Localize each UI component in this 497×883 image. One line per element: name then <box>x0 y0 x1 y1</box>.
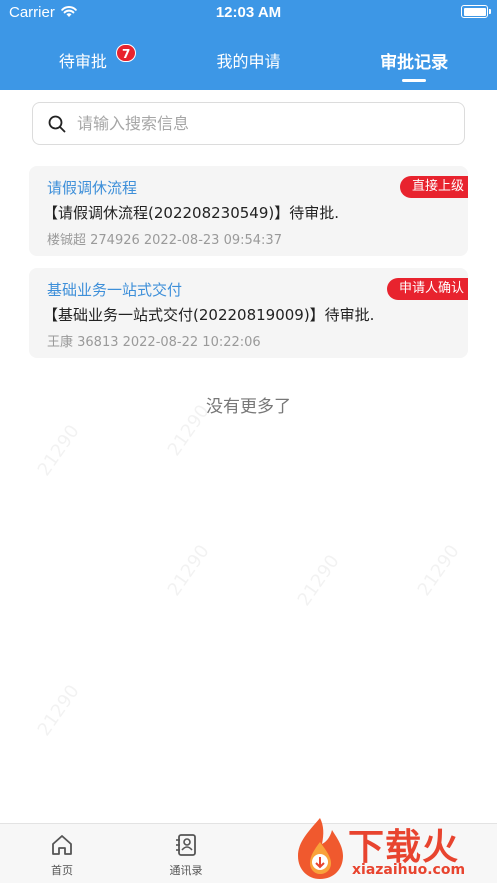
battery-icon <box>461 5 491 18</box>
tab-approval-records[interactable]: 审批记录 <box>331 40 497 90</box>
search-input[interactable] <box>77 103 457 144</box>
site-logo: 下载火 xiazaihuo.com <box>288 812 497 883</box>
contacts-icon <box>176 834 196 856</box>
tab-label: 审批记录 <box>380 53 449 73</box>
watermark-text: 21290 <box>163 541 214 600</box>
status-time: 12:03 AM <box>215 4 282 21</box>
tab-my-applications[interactable]: 我的申请 <box>166 40 332 90</box>
tab-label: 待审批 <box>58 52 107 71</box>
tabbar-item-home[interactable]: 首页 <box>32 832 92 878</box>
record-meta: 楼铖超 274926 2022-08-23 09:54:37 <box>47 233 282 248</box>
approver-tag: 直接上级 <box>399 176 468 198</box>
fire-logo-icon <box>298 818 343 879</box>
tab-label: 我的申请 <box>216 52 281 71</box>
record-meta: 王康 36813 2022-08-22 10:22:06 <box>47 335 261 350</box>
home-icon <box>52 835 72 855</box>
watermark-text: 21290 <box>33 421 84 480</box>
record-title: 基础业务一站式交付 <box>47 281 183 299</box>
no-more-label: 没有更多了 <box>206 397 291 417</box>
search-icon <box>48 115 66 133</box>
search-box[interactable] <box>32 102 465 145</box>
top-tabs: 待审批 7 我的申请 审批记录 <box>0 40 497 90</box>
watermark-text: 21290 <box>33 681 84 740</box>
record-title: 请假调休流程 <box>47 179 138 197</box>
record-description: 【基础业务一站式交付(20220819009)】待审批. <box>43 306 375 324</box>
logo-url: xiazaihuo.com <box>352 862 466 878</box>
status-bar: Carrier 12:03 AM <box>0 0 497 28</box>
record-description: 【请假调休流程(202208230549)】待审批. <box>43 204 339 222</box>
active-tab-indicator <box>402 79 427 82</box>
watermark-text: 21290 <box>413 541 464 600</box>
record-card[interactable]: 基础业务一站式交付 【基础业务一站式交付(20220819009)】待审批. 王… <box>29 268 468 358</box>
watermark-text: 21290 <box>293 551 344 610</box>
tabbar-label: 首页 <box>51 864 73 877</box>
record-card[interactable]: 请假调休流程 【请假调休流程(202208230549)】待审批. 楼铖超 27… <box>29 166 468 256</box>
tab-pending-approval[interactable]: 待审批 7 <box>0 40 166 90</box>
approver-tag: 申请人确认 <box>386 278 468 300</box>
header: Carrier 12:03 AM 待审批 7 我的申请 审批记录 <box>0 0 497 90</box>
pending-count-badge: 7 <box>116 44 137 62</box>
tabbar-label: 通讯录 <box>169 864 203 877</box>
tabbar-item-contacts[interactable]: 通讯录 <box>156 832 216 878</box>
